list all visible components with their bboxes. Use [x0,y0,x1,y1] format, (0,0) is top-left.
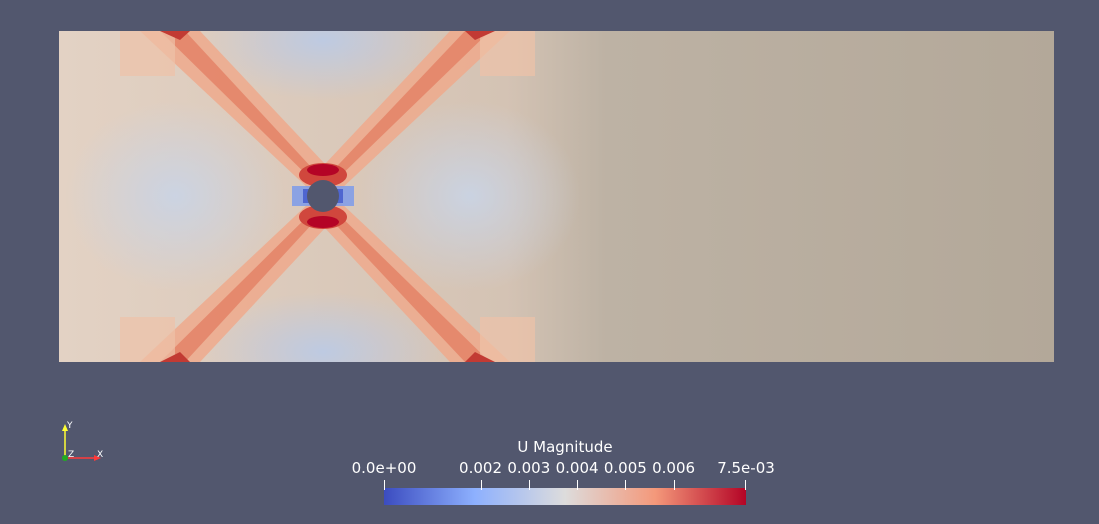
legend-tick-mark [674,480,675,490]
legend-tick-label: 0.004 [555,459,599,477]
legend-tick-mark [529,480,530,490]
z-axis-label: Z [68,450,75,460]
legend-tick-label: 0.0e+00 [351,459,417,477]
legend-tick-label: 7.5e-03 [717,459,775,477]
patch-tr [480,31,535,76]
patch-br [480,317,535,362]
circular-hole [307,180,339,212]
hot-core-bottom [307,216,339,228]
legend-tick-mark [481,480,482,490]
render-viewport[interactable]: Y X Z U Magnitude 0.0e+00 0.002 0.003 0.004… [0,0,1099,524]
y-axis-label: Y [67,421,73,431]
hot-core-top [307,164,339,176]
legend-tick-mark [577,480,578,490]
legend-tick-label: 0.005 [603,459,647,477]
field-features [65,31,580,362]
legend-tick-mark [384,480,385,490]
legend-tick-label: 0.002 [459,459,503,477]
legend-tick-label: 0.003 [507,459,551,477]
legend-tick-mark [625,480,626,490]
patch-tl [120,31,175,76]
legend-tick-mark [745,480,746,490]
legend-title: U Magnitude [517,438,613,456]
x-axis-label: X [97,450,104,460]
colorbar [384,488,746,505]
patch-bl [120,317,175,362]
legend-tick-label: 0.006 [652,459,696,477]
